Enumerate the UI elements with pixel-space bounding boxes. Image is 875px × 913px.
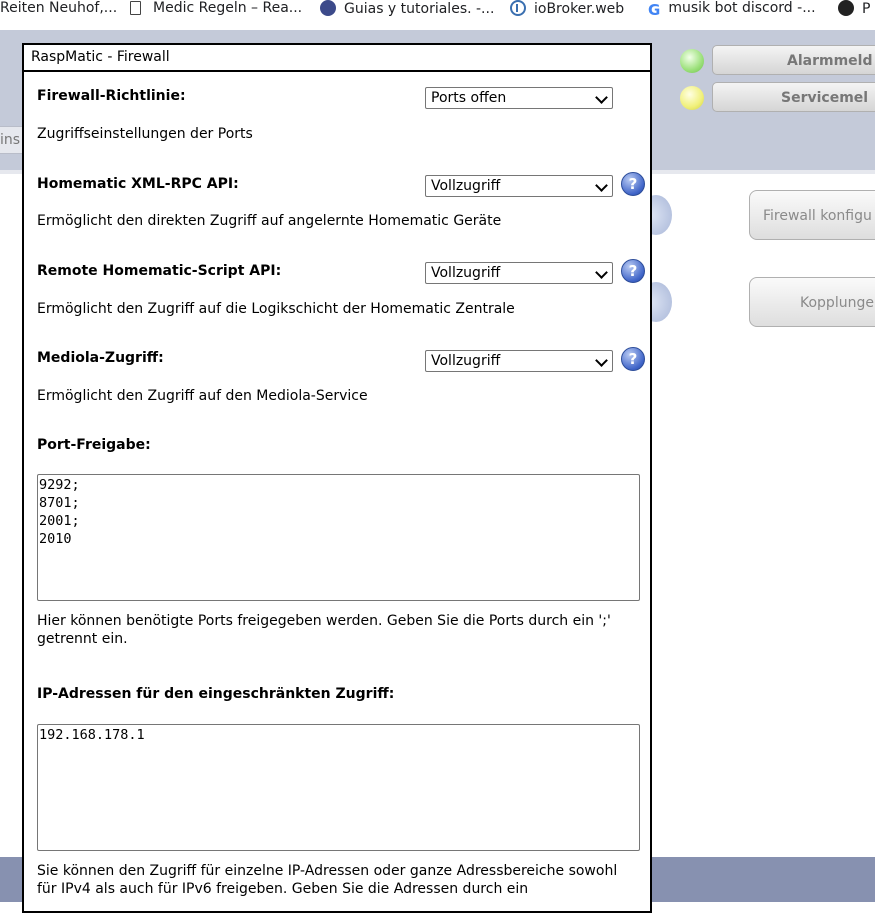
script-api-description: Ermöglicht den Zugriff auf die Logikschi… <box>37 301 515 317</box>
mediola-access-select[interactable]: Vollzugriff <box>425 350 613 372</box>
chevron-down-icon <box>595 91 608 104</box>
script-api-label: Remote Homematic-Script API: <box>37 263 282 279</box>
ip-addresses-description: Sie können den Zugriff für einzelne IP-A… <box>37 863 618 897</box>
alarm-status-led <box>680 49 704 73</box>
firewall-policy-label: Firewall-Richtlinie: <box>37 88 186 104</box>
service-status-led <box>680 86 704 110</box>
ip-addresses-label: IP-Adressen für den eingeschränkten Zugr… <box>37 686 395 702</box>
xmlrpc-api-description: Ermöglicht den direkten Zugriff auf ange… <box>37 213 502 229</box>
bookmark-p[interactable]: P <box>838 0 870 20</box>
iobroker-icon <box>510 0 526 16</box>
mediola-access-label: Mediola-Zugriff: <box>37 350 164 366</box>
firewall-dialog: RaspMatic - Firewall Firewall-Richtlinie… <box>22 43 652 913</box>
dark-circle-icon <box>838 0 854 16</box>
bookmarks-bar: Reiten Neuhof,... Medic Regeln – Rea... … <box>0 0 875 20</box>
xmlrpc-api-label: Homematic XML-RPC API: <box>37 176 239 192</box>
page-icon <box>130 1 141 15</box>
ip-addresses-textarea[interactable]: 192.168.178.1 <box>37 724 640 851</box>
bookmark-medic-regeln[interactable]: Medic Regeln – Rea... <box>130 0 302 20</box>
chevron-down-icon <box>595 179 608 192</box>
dialog-title: RaspMatic - Firewall <box>24 45 650 72</box>
script-api-select[interactable]: Vollzugriff <box>425 262 613 284</box>
chevron-down-icon <box>595 266 608 279</box>
cloud-icon <box>320 0 336 16</box>
alarm-messages-button[interactable]: Alarmmeld <box>712 45 875 75</box>
bookmark-reiten-neuhof[interactable]: Reiten Neuhof,... <box>0 0 117 20</box>
service-messages-button[interactable]: Servicemel <box>712 82 875 112</box>
bookmark-iobroker-web[interactable]: ioBroker.web <box>510 0 624 20</box>
help-icon[interactable]: ? <box>621 172 645 196</box>
bookmark-musik-bot-discord[interactable]: Gmusik bot discord -... <box>648 0 816 20</box>
firewall-configure-button[interactable]: Firewall konfigu <box>749 190 875 240</box>
port-release-label: Port-Freigabe: <box>37 437 151 453</box>
bookmark-guias-tutoriales[interactable]: Guias y tutoriales. -... <box>320 0 494 20</box>
port-release-description: Hier können benötigte Ports freigegeben … <box>37 613 611 647</box>
chevron-down-icon <box>595 354 608 367</box>
google-icon: G <box>648 1 661 19</box>
firewall-policy-description: Zugriffseinstellungen der Ports <box>37 126 253 142</box>
port-release-textarea[interactable]: 9292; 8701; 2001; 2010 <box>37 474 640 601</box>
pairing-button[interactable]: Kopplunge <box>749 277 875 327</box>
help-icon[interactable]: ? <box>621 259 645 283</box>
xmlrpc-api-select[interactable]: Vollzugriff <box>425 175 613 197</box>
firewall-policy-select[interactable]: Ports offen <box>425 87 613 109</box>
mediola-access-description: Ermöglicht den Zugriff auf den Mediola-S… <box>37 388 368 404</box>
help-icon[interactable]: ? <box>621 347 645 371</box>
